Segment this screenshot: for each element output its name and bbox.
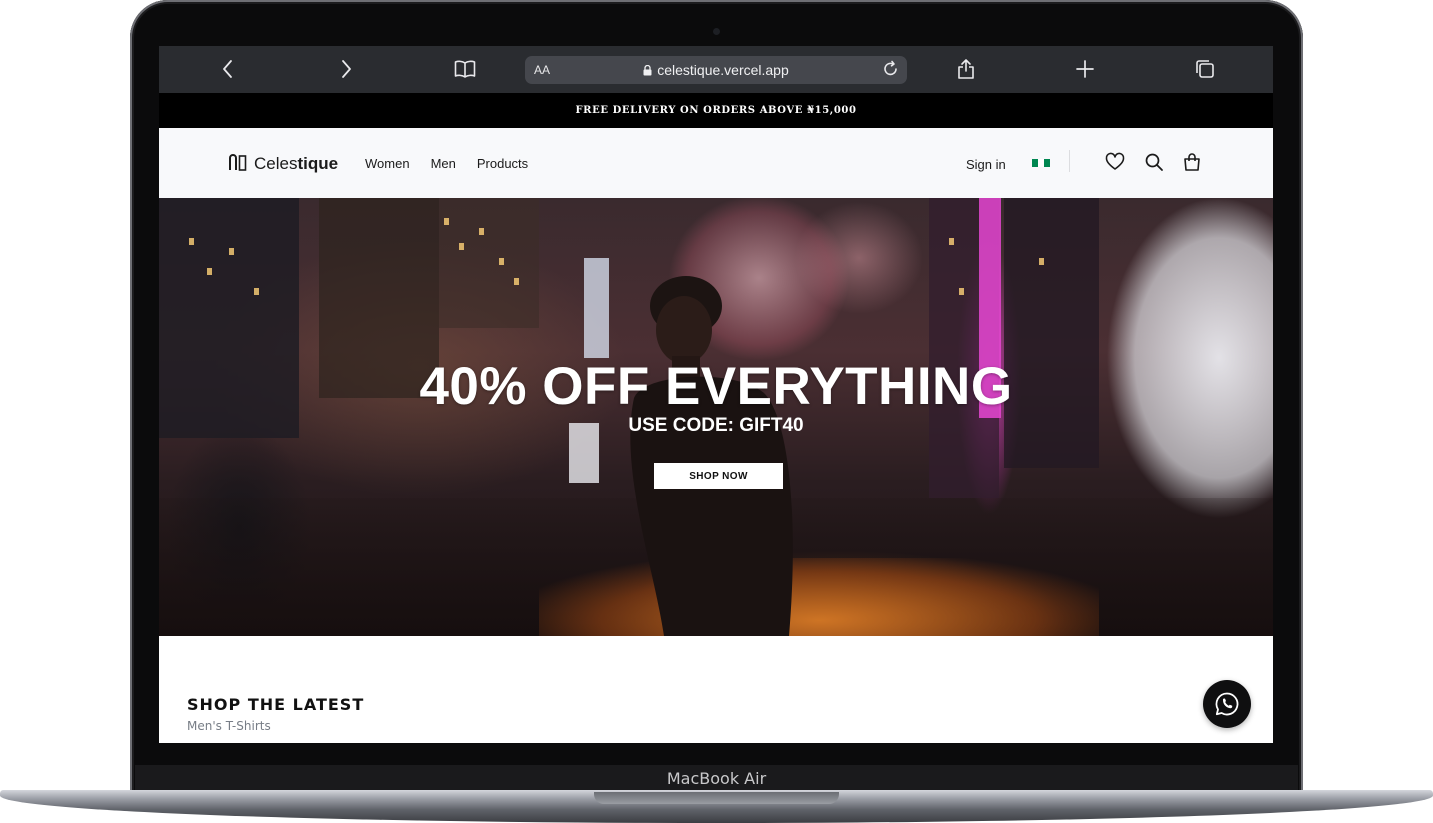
hero-subtitle: USE CODE: GIFT40 [628, 415, 804, 436]
site-logo[interactable]: Celes tique [228, 153, 338, 175]
section-subtitle[interactable]: Men's T-Shirts [187, 719, 271, 733]
window-light [254, 288, 259, 295]
window-light [459, 243, 464, 250]
hero-title: 40% OFF EVERYTHING [419, 357, 1013, 416]
shop-now-button[interactable]: SHOP NOW [654, 463, 783, 489]
hero-banner: 40% OFF EVERYTHING USE CODE: GIFT40 SHOP… [159, 198, 1273, 636]
laptop-hinge [594, 792, 839, 804]
lock-icon [643, 63, 652, 79]
browser-toolbar: AA celestique.vercel.app [159, 46, 1273, 93]
window-light [229, 248, 234, 255]
new-tab-icon[interactable] [1073, 57, 1097, 81]
window-light [1039, 258, 1044, 265]
model-photo [630, 276, 793, 636]
country-flag[interactable] [1032, 159, 1050, 167]
logo-mark-icon [228, 153, 248, 175]
billboard-left [584, 258, 609, 358]
window-light [959, 288, 964, 295]
tabs-icon[interactable] [1193, 57, 1217, 81]
address-bar[interactable]: AA celestique.vercel.app [525, 56, 907, 84]
header-divider [1069, 150, 1070, 172]
promo-banner: FREE DELIVERY ON ORDERS ABOVE ₦15,000 [159, 93, 1273, 128]
logo-text-light: Celes [254, 154, 298, 173]
whatsapp-icon [1215, 692, 1239, 716]
browser-screen: AA celestique.vercel.app FREE DELIVERY O… [159, 46, 1273, 743]
main-nav: Women Men Products [365, 156, 528, 171]
share-icon[interactable] [954, 57, 978, 81]
nav-women[interactable]: Women [365, 156, 410, 171]
sign-in-link[interactable]: Sign in [966, 157, 1006, 172]
logo-text-bold: tique [297, 154, 339, 173]
site-header: Celes tique Women Men Products Sign in [159, 128, 1273, 198]
window-light [479, 228, 484, 235]
section-title: SHOP THE LATEST [187, 695, 365, 714]
window-light [949, 238, 954, 245]
nav-products[interactable]: Products [477, 156, 528, 171]
back-icon[interactable] [216, 57, 240, 81]
building-left-3 [439, 198, 539, 328]
camera [713, 28, 720, 35]
bookmarks-icon[interactable] [453, 57, 477, 81]
reload-icon[interactable] [881, 59, 901, 84]
nav-men[interactable]: Men [431, 156, 456, 171]
url-text: celestique.vercel.app [657, 62, 789, 78]
window-light [189, 238, 194, 245]
window-light [207, 268, 212, 275]
laptop-label: MacBook Air [135, 765, 1298, 793]
search-icon[interactable] [1144, 152, 1166, 174]
forward-icon[interactable] [334, 57, 358, 81]
bag-icon[interactable] [1182, 152, 1204, 174]
heart-icon[interactable] [1105, 152, 1127, 174]
whatsapp-button[interactable] [1203, 680, 1251, 728]
window-light [444, 218, 449, 225]
window-light [499, 258, 504, 265]
window-light [514, 278, 519, 285]
